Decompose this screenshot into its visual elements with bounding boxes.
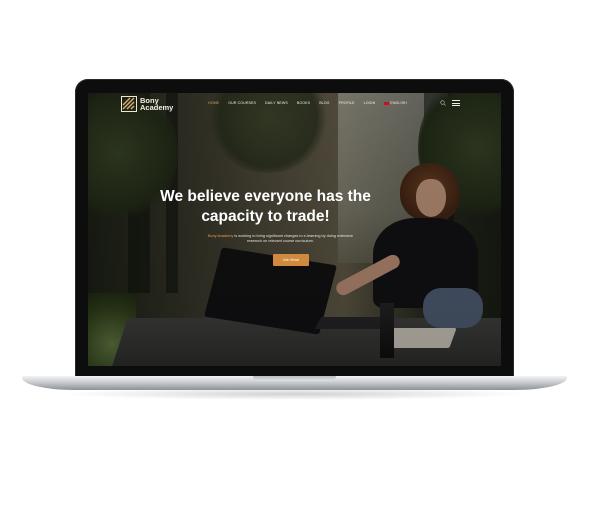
nav-item-books[interactable]: Books [297, 101, 310, 105]
laptop-notch [253, 376, 336, 381]
search-icon[interactable] [440, 100, 446, 106]
nav-item-login[interactable]: Login [364, 101, 376, 105]
hero-overlay [88, 93, 501, 366]
hero-subtitle-brand: Bony Academy [208, 234, 234, 238]
nav-item-daily-news[interactable]: Daily News [265, 101, 288, 105]
logo-line-2: Academy [140, 103, 174, 112]
nav-item-blog[interactable]: Blog [319, 101, 329, 105]
nav-item-profile[interactable]: Profile [339, 101, 355, 105]
logo-text: Bony Academy [140, 96, 174, 112]
hero-subtitle: Bony Academy is working to bring signifi… [208, 234, 353, 245]
uk-flag-icon [384, 101, 390, 105]
nav-item-our-courses[interactable]: Our Courses [228, 101, 256, 105]
book-stripes-logo-icon [121, 96, 137, 112]
nav-item-home[interactable]: Home [208, 101, 219, 105]
site-logo[interactable]: Bony Academy [121, 95, 173, 113]
join-now-button[interactable]: Join Now! [273, 254, 309, 266]
language-selector[interactable]: English [384, 101, 407, 105]
main-menu: Home Our Courses Daily News Books Blog P… [208, 101, 407, 105]
language-label: English [390, 101, 407, 105]
hero-subtitle-text: is working to bring significant changes … [233, 234, 353, 244]
top-navigation: Bony Academy Home Our Courses Daily News… [88, 93, 501, 115]
hamburger-icon[interactable] [452, 100, 460, 106]
hero-title: We believe everyone has the capacity to … [160, 188, 371, 225]
laptop-screen: Bony Academy Home Our Courses Daily News… [88, 93, 501, 366]
